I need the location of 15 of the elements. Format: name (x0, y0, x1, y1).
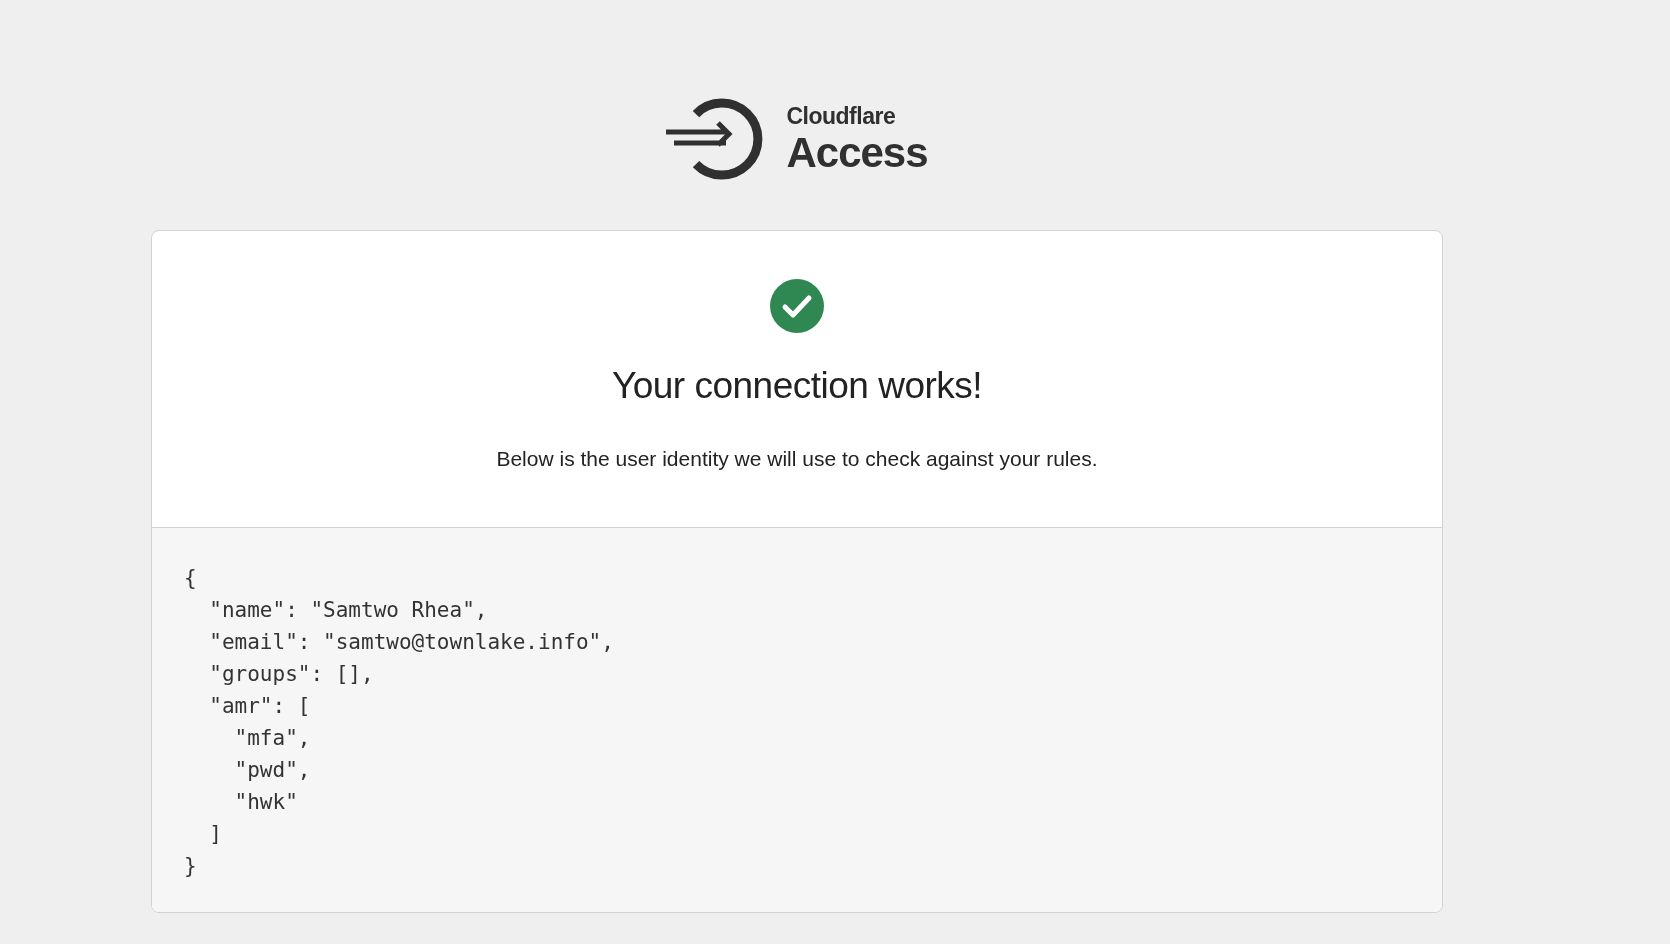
logo-icon (666, 98, 765, 180)
status-description: Below is the user identity we will use to check against your rules. (496, 447, 1098, 471)
brand-name: Cloudflare (786, 104, 897, 128)
code-line: "amr": [ (208, 693, 311, 720)
code-line: ] (208, 821, 222, 848)
code-line: "email": "samtwo@townlake.info", (208, 629, 614, 656)
code-line: "groups": [], (208, 661, 374, 688)
code-line: "mfa", (233, 725, 311, 752)
code-line: } (184, 853, 197, 880)
code-line: { (184, 565, 197, 592)
product-name: Access (786, 131, 928, 174)
code-line: "name": "Samtwo Rhea", (208, 597, 488, 624)
code-line: "pwd", (233, 757, 311, 784)
code-line: "hwk" (233, 789, 298, 816)
status-title: Your connection works! (611, 365, 983, 407)
